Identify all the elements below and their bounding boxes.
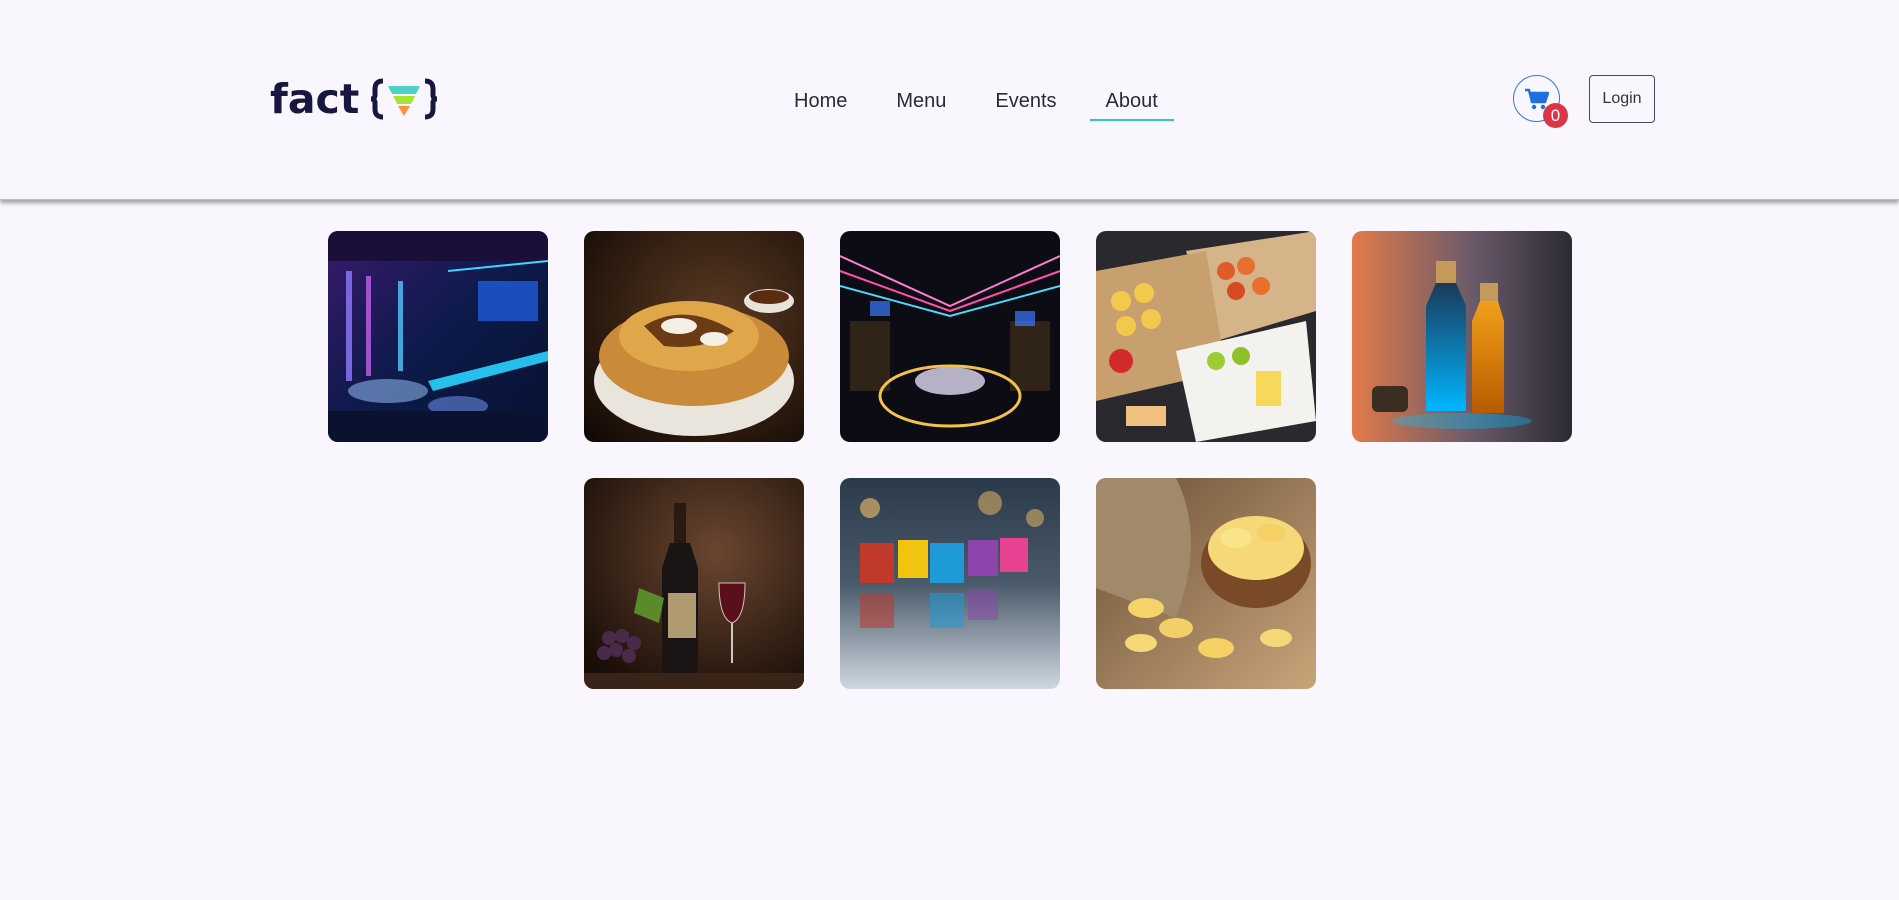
cart-icon bbox=[1524, 88, 1549, 109]
gallery-image-chips[interactable] bbox=[1096, 478, 1316, 689]
nav-about[interactable]: About bbox=[1089, 84, 1175, 121]
gallery-image-appetizers[interactable] bbox=[1096, 231, 1316, 442]
cart-button[interactable]: 0 bbox=[1513, 75, 1568, 128]
gallery-image-poutine[interactable] bbox=[584, 231, 804, 442]
brand-logo[interactable]: fact bbox=[270, 75, 438, 123]
gallery-image-neon-bar[interactable] bbox=[840, 231, 1060, 442]
cart-count-badge: 0 bbox=[1543, 103, 1568, 128]
gallery-image-wine[interactable] bbox=[584, 478, 804, 689]
brand-wordmark: fact bbox=[270, 75, 360, 123]
nav-events[interactable]: Events bbox=[979, 84, 1072, 121]
gallery-image-neon-lounge[interactable] bbox=[328, 231, 548, 442]
brand-braces-v-mark bbox=[371, 78, 438, 120]
nav-menu[interactable]: Menu bbox=[880, 84, 962, 121]
login-button[interactable]: Login bbox=[1589, 75, 1655, 123]
gallery-image-shots[interactable] bbox=[840, 478, 1060, 689]
gallery-image-bottles[interactable] bbox=[1352, 231, 1572, 442]
site-header: fact Home Menu Events About 0 Login bbox=[0, 0, 1899, 200]
nav-home[interactable]: Home bbox=[778, 84, 863, 121]
main-nav: Home Menu Events About bbox=[778, 84, 1191, 121]
